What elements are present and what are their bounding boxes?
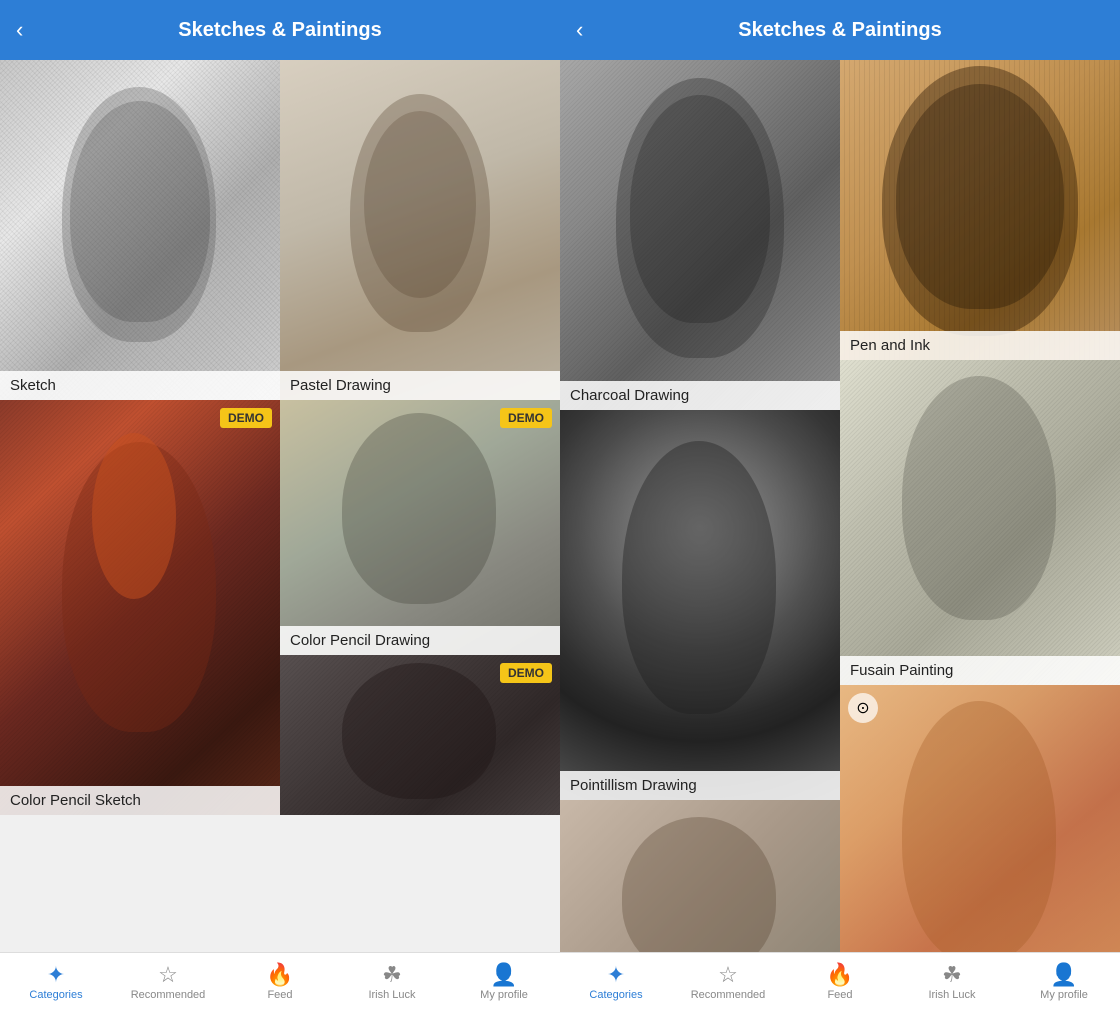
card-pointillism[interactable]: Pointillism Drawing [560, 410, 840, 800]
sketch-label: Sketch [0, 371, 280, 400]
categories-label: Categories [29, 989, 82, 1001]
pen-ink-label: Pen and Ink [840, 331, 1120, 360]
card-double-exposure[interactable]: ⊙ [840, 685, 1120, 952]
right-nav-recommended[interactable]: ☆ Recommended [672, 964, 784, 1001]
left-scroll: Sketch Pastel Drawing [0, 60, 560, 952]
feed-icon: 🔥 [266, 964, 293, 986]
cp-drawing-label: Color Pencil Drawing [280, 626, 560, 655]
cp-sketch-label: Color Pencil Sketch [0, 786, 280, 815]
categories-icon: ✦ [47, 964, 65, 986]
recommended-icon: ☆ [158, 964, 178, 986]
irish-luck-label: Irish Luck [368, 989, 415, 1001]
nav-recommended[interactable]: ☆ Recommended [112, 964, 224, 1001]
right-back-button[interactable]: ‹ [576, 17, 583, 43]
my-profile-icon: 👤 [490, 964, 517, 986]
nav-categories[interactable]: ✦ Categories [0, 964, 112, 1001]
right-col-sub: DEMO Color Pencil Drawing DEMO [280, 400, 560, 815]
left-panel: ‹ Sketches & Paintings Sketch [0, 0, 560, 1012]
right-nav-categories[interactable]: ✦ Categories [560, 964, 672, 1001]
right-col-right: Pen and Ink Fusain Painting ⊙ [840, 60, 1120, 952]
right-col-left: Charcoal Drawing Pointillism Drawing [560, 60, 840, 952]
right-grid: Charcoal Drawing Pointillism Drawing [560, 60, 1120, 952]
card-pen-ink[interactable]: Pen and Ink [840, 60, 1120, 360]
right-my-profile-label: My profile [1040, 989, 1088, 1001]
card-fusain[interactable]: Fusain Painting [840, 360, 1120, 685]
card-bottom-demo[interactable]: DEMO [280, 655, 560, 815]
right-nav-my-profile[interactable]: 👤 My profile [1008, 964, 1120, 1001]
right-my-profile-icon: 👤 [1050, 964, 1077, 986]
nav-my-profile[interactable]: 👤 My profile [448, 964, 560, 1001]
right-irish-luck-icon: ☘ [942, 964, 962, 986]
left-row-2: DEMO Color Pencil Sketch DEMO Color Penc… [0, 400, 560, 815]
left-header-title: Sketches & Paintings [178, 19, 381, 42]
pointillism-label: Pointillism Drawing [560, 771, 840, 800]
left-grid: Sketch Pastel Drawing [0, 60, 560, 815]
recommended-label: Recommended [131, 989, 206, 1001]
left-back-button[interactable]: ‹ [16, 17, 23, 43]
my-profile-label: My profile [480, 989, 528, 1001]
right-scroll: Charcoal Drawing Pointillism Drawing [560, 60, 1120, 952]
card-bottom-right-left[interactable] [560, 800, 840, 952]
bottom-demo-badge: DEMO [500, 663, 552, 683]
right-feed-icon: 🔥 [826, 964, 853, 986]
card-charcoal[interactable]: Charcoal Drawing [560, 60, 840, 410]
left-row-1: Sketch Pastel Drawing [0, 60, 560, 400]
fusain-label: Fusain Painting [840, 656, 1120, 685]
cp-drawing-demo-badge: DEMO [500, 408, 552, 428]
card-cp-drawing[interactable]: DEMO Color Pencil Drawing [280, 400, 560, 655]
nav-feed[interactable]: 🔥 Feed [224, 964, 336, 1001]
double-exp-gear: ⊙ [848, 693, 878, 723]
right-header: ‹ Sketches & Paintings [560, 0, 1120, 60]
irish-luck-icon: ☘ [382, 964, 402, 986]
right-header-title: Sketches & Paintings [738, 19, 941, 42]
charcoal-label: Charcoal Drawing [560, 381, 840, 410]
feed-label: Feed [267, 989, 292, 1001]
nav-irish-luck[interactable]: ☘ Irish Luck [336, 964, 448, 1001]
right-nav-irish-luck[interactable]: ☘ Irish Luck [896, 964, 1008, 1001]
pastel-label: Pastel Drawing [280, 371, 560, 400]
right-feed-label: Feed [827, 989, 852, 1001]
right-nav-feed[interactable]: 🔥 Feed [784, 964, 896, 1001]
right-categories-icon: ✦ [607, 964, 625, 986]
right-panel: ‹ Sketches & Paintings Charcoal Drawing [560, 0, 1120, 1012]
left-header: ‹ Sketches & Paintings [0, 0, 560, 60]
right-bottom-nav: ✦ Categories ☆ Recommended 🔥 Feed ☘ Iris… [560, 952, 1120, 1012]
card-pastel[interactable]: Pastel Drawing [280, 60, 560, 400]
right-irish-luck-label: Irish Luck [928, 989, 975, 1001]
right-recommended-icon: ☆ [718, 964, 738, 986]
right-categories-label: Categories [589, 989, 642, 1001]
card-cp-sketch[interactable]: DEMO Color Pencil Sketch [0, 400, 280, 815]
cp-sketch-demo-badge: DEMO [220, 408, 272, 428]
left-bottom-nav: ✦ Categories ☆ Recommended 🔥 Feed ☘ Iris… [0, 952, 560, 1012]
card-sketch[interactable]: Sketch [0, 60, 280, 400]
right-recommended-label: Recommended [691, 989, 766, 1001]
